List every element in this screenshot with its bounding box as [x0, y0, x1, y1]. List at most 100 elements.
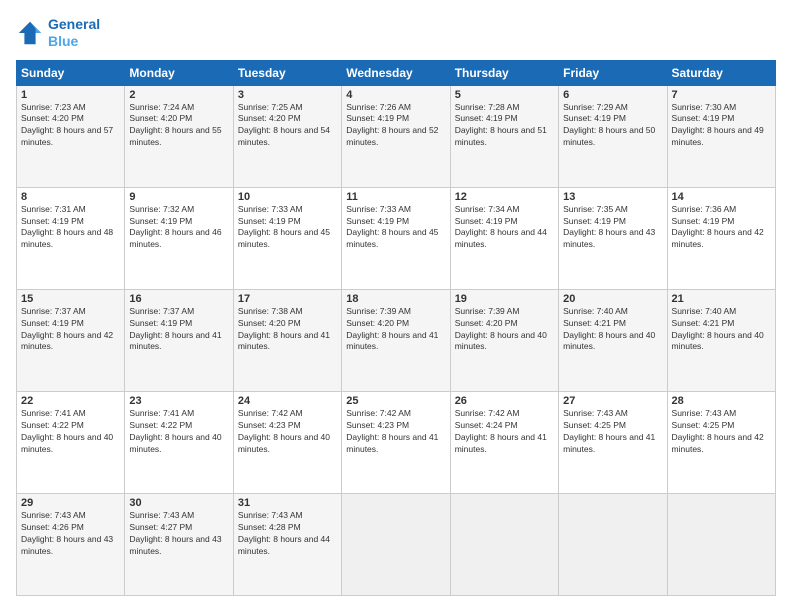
- day-info: Sunrise: 7:34 AMSunset: 4:19 PMDaylight:…: [455, 204, 554, 252]
- calendar-cell: 29Sunrise: 7:43 AMSunset: 4:26 PMDayligh…: [17, 493, 125, 595]
- weekday-header: Sunday: [17, 60, 125, 85]
- weekday-header: Saturday: [667, 60, 775, 85]
- day-info: Sunrise: 7:40 AMSunset: 4:21 PMDaylight:…: [563, 306, 662, 354]
- calendar-cell: 25Sunrise: 7:42 AMSunset: 4:23 PMDayligh…: [342, 391, 450, 493]
- weekday-header: Wednesday: [342, 60, 450, 85]
- day-number: 3: [238, 89, 337, 101]
- calendar-cell: 13Sunrise: 7:35 AMSunset: 4:19 PMDayligh…: [559, 187, 667, 289]
- calendar-cell: 19Sunrise: 7:39 AMSunset: 4:20 PMDayligh…: [450, 289, 558, 391]
- calendar-cell: [450, 493, 558, 595]
- day-number: 23: [129, 395, 228, 407]
- calendar-cell: 12Sunrise: 7:34 AMSunset: 4:19 PMDayligh…: [450, 187, 558, 289]
- day-number: 22: [21, 395, 120, 407]
- day-info: Sunrise: 7:28 AMSunset: 4:19 PMDaylight:…: [455, 102, 554, 150]
- day-number: 17: [238, 293, 337, 305]
- day-number: 31: [238, 497, 337, 509]
- calendar-cell: 14Sunrise: 7:36 AMSunset: 4:19 PMDayligh…: [667, 187, 775, 289]
- day-info: Sunrise: 7:43 AMSunset: 4:28 PMDaylight:…: [238, 510, 337, 558]
- day-number: 24: [238, 395, 337, 407]
- day-number: 14: [672, 191, 771, 203]
- day-info: Sunrise: 7:26 AMSunset: 4:19 PMDaylight:…: [346, 102, 445, 150]
- day-info: Sunrise: 7:29 AMSunset: 4:19 PMDaylight:…: [563, 102, 662, 150]
- day-info: Sunrise: 7:41 AMSunset: 4:22 PMDaylight:…: [21, 408, 120, 456]
- logo-icon: [16, 19, 44, 47]
- calendar-cell: 9Sunrise: 7:32 AMSunset: 4:19 PMDaylight…: [125, 187, 233, 289]
- calendar-cell: 10Sunrise: 7:33 AMSunset: 4:19 PMDayligh…: [233, 187, 341, 289]
- day-info: Sunrise: 7:32 AMSunset: 4:19 PMDaylight:…: [129, 204, 228, 252]
- day-info: Sunrise: 7:37 AMSunset: 4:19 PMDaylight:…: [129, 306, 228, 354]
- calendar-cell: 3Sunrise: 7:25 AMSunset: 4:20 PMDaylight…: [233, 85, 341, 187]
- calendar-cell: [342, 493, 450, 595]
- calendar-cell: 4Sunrise: 7:26 AMSunset: 4:19 PMDaylight…: [342, 85, 450, 187]
- weekday-header: Monday: [125, 60, 233, 85]
- weekday-header: Friday: [559, 60, 667, 85]
- day-number: 27: [563, 395, 662, 407]
- day-info: Sunrise: 7:43 AMSunset: 4:25 PMDaylight:…: [672, 408, 771, 456]
- calendar-cell: 23Sunrise: 7:41 AMSunset: 4:22 PMDayligh…: [125, 391, 233, 493]
- day-info: Sunrise: 7:41 AMSunset: 4:22 PMDaylight:…: [129, 408, 228, 456]
- day-number: 21: [672, 293, 771, 305]
- calendar-cell: 21Sunrise: 7:40 AMSunset: 4:21 PMDayligh…: [667, 289, 775, 391]
- logo-text: General Blue: [48, 16, 100, 50]
- calendar-cell: 18Sunrise: 7:39 AMSunset: 4:20 PMDayligh…: [342, 289, 450, 391]
- weekday-header: Thursday: [450, 60, 558, 85]
- calendar-cell: 28Sunrise: 7:43 AMSunset: 4:25 PMDayligh…: [667, 391, 775, 493]
- calendar-cell: 26Sunrise: 7:42 AMSunset: 4:24 PMDayligh…: [450, 391, 558, 493]
- weekday-header: Tuesday: [233, 60, 341, 85]
- day-number: 6: [563, 89, 662, 101]
- calendar-cell: 30Sunrise: 7:43 AMSunset: 4:27 PMDayligh…: [125, 493, 233, 595]
- calendar-cell: 31Sunrise: 7:43 AMSunset: 4:28 PMDayligh…: [233, 493, 341, 595]
- day-number: 2: [129, 89, 228, 101]
- day-number: 29: [21, 497, 120, 509]
- day-number: 30: [129, 497, 228, 509]
- calendar-cell: 5Sunrise: 7:28 AMSunset: 4:19 PMDaylight…: [450, 85, 558, 187]
- day-info: Sunrise: 7:43 AMSunset: 4:27 PMDaylight:…: [129, 510, 228, 558]
- calendar-cell: 15Sunrise: 7:37 AMSunset: 4:19 PMDayligh…: [17, 289, 125, 391]
- day-info: Sunrise: 7:43 AMSunset: 4:25 PMDaylight:…: [563, 408, 662, 456]
- calendar-cell: [667, 493, 775, 595]
- day-number: 7: [672, 89, 771, 101]
- day-info: Sunrise: 7:23 AMSunset: 4:20 PMDaylight:…: [21, 102, 120, 150]
- day-info: Sunrise: 7:42 AMSunset: 4:23 PMDaylight:…: [238, 408, 337, 456]
- day-number: 26: [455, 395, 554, 407]
- calendar-cell: 7Sunrise: 7:30 AMSunset: 4:19 PMDaylight…: [667, 85, 775, 187]
- calendar-cell: [559, 493, 667, 595]
- day-number: 8: [21, 191, 120, 203]
- calendar-table: SundayMondayTuesdayWednesdayThursdayFrid…: [16, 60, 776, 596]
- day-info: Sunrise: 7:37 AMSunset: 4:19 PMDaylight:…: [21, 306, 120, 354]
- day-info: Sunrise: 7:39 AMSunset: 4:20 PMDaylight:…: [346, 306, 445, 354]
- day-info: Sunrise: 7:35 AMSunset: 4:19 PMDaylight:…: [563, 204, 662, 252]
- calendar-cell: 2Sunrise: 7:24 AMSunset: 4:20 PMDaylight…: [125, 85, 233, 187]
- logo: General Blue: [16, 16, 100, 50]
- day-number: 1: [21, 89, 120, 101]
- calendar-cell: 22Sunrise: 7:41 AMSunset: 4:22 PMDayligh…: [17, 391, 125, 493]
- day-number: 15: [21, 293, 120, 305]
- calendar-cell: 27Sunrise: 7:43 AMSunset: 4:25 PMDayligh…: [559, 391, 667, 493]
- day-info: Sunrise: 7:42 AMSunset: 4:23 PMDaylight:…: [346, 408, 445, 456]
- day-number: 12: [455, 191, 554, 203]
- day-info: Sunrise: 7:36 AMSunset: 4:19 PMDaylight:…: [672, 204, 771, 252]
- calendar-cell: 17Sunrise: 7:38 AMSunset: 4:20 PMDayligh…: [233, 289, 341, 391]
- day-number: 5: [455, 89, 554, 101]
- day-number: 19: [455, 293, 554, 305]
- day-number: 20: [563, 293, 662, 305]
- day-number: 18: [346, 293, 445, 305]
- day-number: 11: [346, 191, 445, 203]
- day-info: Sunrise: 7:43 AMSunset: 4:26 PMDaylight:…: [21, 510, 120, 558]
- day-info: Sunrise: 7:24 AMSunset: 4:20 PMDaylight:…: [129, 102, 228, 150]
- calendar-cell: 24Sunrise: 7:42 AMSunset: 4:23 PMDayligh…: [233, 391, 341, 493]
- calendar-cell: 8Sunrise: 7:31 AMSunset: 4:19 PMDaylight…: [17, 187, 125, 289]
- calendar-cell: 1Sunrise: 7:23 AMSunset: 4:20 PMDaylight…: [17, 85, 125, 187]
- calendar-cell: 16Sunrise: 7:37 AMSunset: 4:19 PMDayligh…: [125, 289, 233, 391]
- day-info: Sunrise: 7:31 AMSunset: 4:19 PMDaylight:…: [21, 204, 120, 252]
- day-number: 13: [563, 191, 662, 203]
- day-number: 25: [346, 395, 445, 407]
- calendar-cell: 11Sunrise: 7:33 AMSunset: 4:19 PMDayligh…: [342, 187, 450, 289]
- day-info: Sunrise: 7:33 AMSunset: 4:19 PMDaylight:…: [238, 204, 337, 252]
- day-info: Sunrise: 7:38 AMSunset: 4:20 PMDaylight:…: [238, 306, 337, 354]
- day-info: Sunrise: 7:30 AMSunset: 4:19 PMDaylight:…: [672, 102, 771, 150]
- day-number: 10: [238, 191, 337, 203]
- day-number: 28: [672, 395, 771, 407]
- day-info: Sunrise: 7:39 AMSunset: 4:20 PMDaylight:…: [455, 306, 554, 354]
- day-info: Sunrise: 7:33 AMSunset: 4:19 PMDaylight:…: [346, 204, 445, 252]
